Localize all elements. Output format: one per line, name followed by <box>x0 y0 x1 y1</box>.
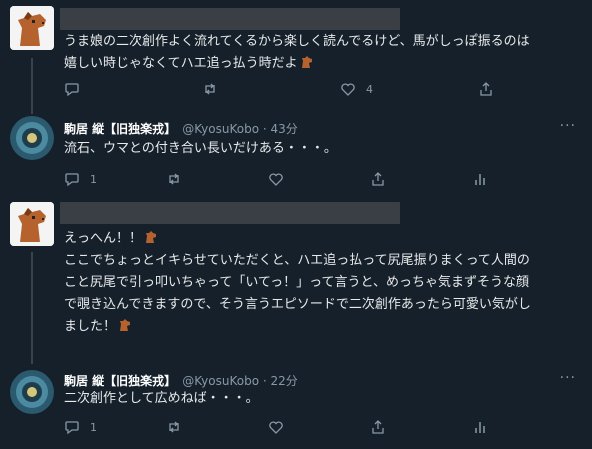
horse-emoji <box>146 231 157 243</box>
tweet-header: 駒居 縦【旧独楽戎】 @KyosuKobo · 43分 <box>64 120 298 137</box>
heart-icon <box>269 421 283 434</box>
tweet[interactable]: うま娘の二次創作よく流れてくるから楽しく読んでるけど、馬がしっぽ振るのは 嬉しい… <box>0 0 592 108</box>
tweet-text-segment: えっへん！！ <box>64 231 143 246</box>
tweet-text-line: こと尻尾で引っ叩いちゃって「いてっ！」って言うと、めっちゃ気まずそうな顔 <box>64 275 530 290</box>
tweet-text-line: 流石、ウマとの付き合い長いだけある・・・。 <box>64 141 337 156</box>
tweet-text-line: で覗き込んできますので、そう言うエピソードで二次創作あったら可愛い気がし <box>64 297 531 312</box>
horse-avatar-icon[interactable] <box>10 6 54 50</box>
seal-avatar-icon[interactable] <box>10 116 54 160</box>
tweet-actions: 1 <box>64 419 485 439</box>
tweet-text-line: うま娘の二次創作よく流れてくるから楽しく読んでるけど、馬がしっぽ振るのは <box>64 34 530 49</box>
like-button[interactable] <box>268 171 294 187</box>
retweet-button[interactable] <box>202 81 228 97</box>
tweet-text-line: 二次創作として広めねば・・・。 <box>64 391 259 406</box>
author-name[interactable]: 駒居 縦【旧独楽戎】 <box>64 122 176 136</box>
retweet-icon <box>169 421 179 433</box>
tweet-header: 駒居 縦【旧独楽戎】 @KyosuKobo · 22分 <box>64 372 298 389</box>
like-button[interactable] <box>268 419 294 435</box>
horse-emoji <box>301 56 312 68</box>
more-icon[interactable]: ··· <box>560 118 576 134</box>
reply-icon <box>65 173 79 187</box>
seal-avatar-icon[interactable] <box>10 370 54 414</box>
tweet[interactable]: 駒居 縦【旧独楽戎】 @KyosuKobo · 22分 ··· 二次創作として広め… <box>0 362 592 449</box>
more-icon[interactable]: ··· <box>560 370 576 386</box>
share-icon <box>480 82 492 96</box>
like-button[interactable]: 4 <box>340 81 373 97</box>
reply-button[interactable]: 1 <box>64 419 97 435</box>
tweet-text-segment: 嬉しい時じゃなくてハエ追っ払う時だよ <box>64 56 298 71</box>
analytics-icon <box>475 174 485 185</box>
retweet-button[interactable] <box>166 171 192 187</box>
analytics-button[interactable] <box>472 171 498 187</box>
tweet-text: うま娘の二次創作よく流れてくるから楽しく読んでるけど、馬がしっぽ振るのは 嬉しい… <box>64 31 579 75</box>
reply-count: 1 <box>90 172 97 186</box>
share-icon <box>372 172 384 186</box>
tweet-text: えっへん！！ ここでちょっとイキらせていただくと、ハエ追っ払って尻尾振りまくって… <box>64 228 579 338</box>
tweet-text-segment: ました！ <box>64 319 117 334</box>
horse-avatar-icon[interactable] <box>10 202 54 246</box>
tweet-actions: 1 <box>64 171 485 191</box>
tweet-text-line: 嬉しい時じゃなくてハエ追っ払う時だよ <box>64 53 579 75</box>
analytics-icon <box>475 422 485 433</box>
like-count: 4 <box>366 82 373 96</box>
reply-icon <box>65 421 79 435</box>
redacted-author <box>60 202 400 224</box>
retweet-button[interactable] <box>166 419 192 435</box>
author-name[interactable]: 駒居 縦【旧独楽戎】 <box>64 374 176 388</box>
tweet[interactable]: えっへん！！ ここでちょっとイキらせていただくと、ハエ追っ払って尻尾振りまくって… <box>0 198 592 358</box>
author-handle[interactable]: @KyosuKobo · 22分 <box>182 374 298 388</box>
reply-button[interactable] <box>64 81 90 97</box>
retweet-icon <box>169 173 179 185</box>
share-button[interactable] <box>370 171 396 187</box>
author-handle[interactable]: @KyosuKobo · 43分 <box>182 122 298 136</box>
reply-count: 1 <box>90 420 97 434</box>
share-button[interactable] <box>478 81 504 97</box>
analytics-button[interactable] <box>472 419 498 435</box>
tweet-text: 二次創作として広めねば・・・。 <box>64 388 579 410</box>
tweet-text-line: ました！ <box>64 316 579 338</box>
reply-icon <box>65 83 79 97</box>
share-icon <box>372 420 384 434</box>
redacted-author <box>60 8 400 30</box>
retweet-icon <box>205 83 215 95</box>
tweet-actions: 4 <box>64 81 492 101</box>
heart-icon <box>269 173 283 186</box>
reply-button[interactable]: 1 <box>64 171 97 187</box>
tweet-text-line: えっへん！！ <box>64 228 579 250</box>
tweet-text: 流石、ウマとの付き合い長いだけある・・・。 <box>64 138 579 160</box>
heart-icon <box>341 83 355 96</box>
tweet-text-line: ここでちょっとイキらせていただくと、ハエ追っ払って尻尾振りまくって人間の <box>64 253 530 268</box>
share-button[interactable] <box>370 419 396 435</box>
horse-emoji <box>120 319 131 331</box>
tweet[interactable]: 駒居 縦【旧独楽戎】 @KyosuKobo · 43分 ··· 流石、ウマとの付き… <box>0 108 592 200</box>
